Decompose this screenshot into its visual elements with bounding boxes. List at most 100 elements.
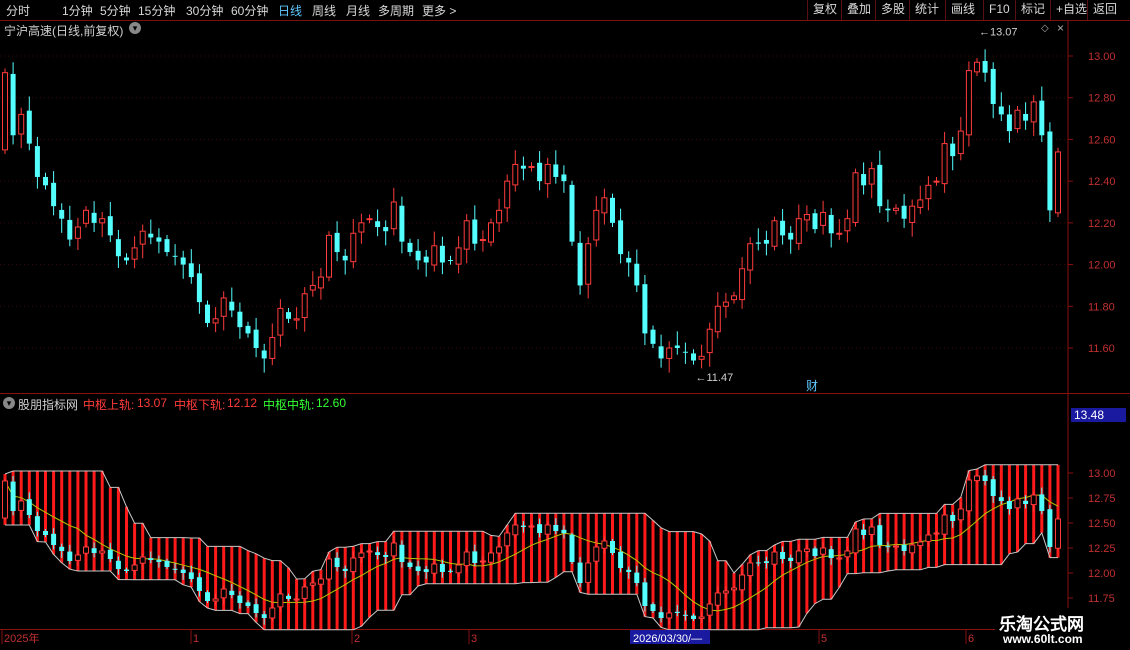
sub-candle [212, 598, 219, 602]
sub-candle [286, 595, 291, 599]
main-candle [301, 293, 308, 319]
main-candle [957, 130, 964, 155]
sub-candle [390, 542, 397, 557]
close-icon[interactable]: × [1057, 21, 1064, 35]
sub-candle [229, 590, 235, 595]
sub-candle [431, 563, 438, 574]
main-candle [658, 346, 664, 359]
sub-candle [91, 548, 97, 553]
main-y-tick-label: 12.40 [1088, 176, 1116, 188]
sub-candle [771, 551, 778, 565]
main-candle [383, 227, 389, 232]
sub-candle [585, 562, 592, 583]
main-candle [472, 219, 478, 244]
chevron-down-icon[interactable]: ▾ [129, 22, 141, 34]
main-candle [553, 164, 559, 177]
sub-candle [1014, 498, 1021, 509]
indicator-toggle-icon[interactable]: ▾ [3, 397, 15, 409]
main-candle [795, 218, 802, 244]
main-candle [415, 250, 421, 261]
main-candle [156, 237, 162, 242]
sub-candle [358, 552, 365, 558]
sub-candle [301, 586, 308, 599]
main-candle [59, 209, 65, 219]
x-axis-label: 5 [821, 633, 827, 645]
settings-diamond-icon[interactable]: ◇ [1041, 23, 1049, 34]
x-axis-label: 2 [354, 633, 360, 645]
main-candle [901, 205, 907, 219]
main-candle [34, 146, 40, 177]
main-y-tick-label: 11.80 [1088, 301, 1115, 313]
lower-rail-label: 中枢下轨: [174, 398, 226, 412]
sub-candle [293, 598, 300, 601]
sub-candle [488, 552, 494, 563]
main-candle [26, 110, 32, 144]
sub-candle [593, 546, 600, 562]
main-candle [1023, 113, 1029, 121]
main-y-tick-label: 11.60 [1088, 343, 1115, 355]
main-candle [1006, 114, 1012, 132]
sub-candle [812, 548, 818, 556]
sub-candle [253, 604, 259, 613]
main-candle [399, 205, 405, 242]
sub-candle [1039, 494, 1045, 511]
main-candle [528, 166, 535, 169]
main-candle [788, 232, 794, 240]
sub-candle [634, 572, 640, 583]
main-candle [844, 218, 851, 232]
sub-candle [601, 540, 608, 549]
sub-candle [10, 481, 16, 511]
sub-candle [957, 508, 964, 521]
date-cursor-label: 2026/03/30/— [633, 633, 702, 645]
sub-candle [43, 531, 48, 535]
main-candle [666, 347, 673, 359]
main-candle [407, 242, 413, 253]
sub-candle [350, 557, 357, 573]
main-candle [488, 222, 494, 243]
main-candle [941, 143, 948, 185]
upper-rail-value: 13.07 [137, 396, 168, 410]
main-candle [99, 218, 106, 224]
watermark-url: www.60lt.com [1003, 632, 1083, 646]
sub-y-tick-label: 12.25 [1088, 543, 1116, 555]
main-candle [172, 255, 178, 257]
main-y-tick-label: 13.00 [1088, 51, 1116, 63]
sub-candle [706, 603, 713, 616]
main-candle [852, 172, 859, 223]
sub-candle [1023, 500, 1029, 504]
sub-candle [479, 560, 486, 563]
main-candle [375, 221, 381, 228]
sub-y-tick-label: 12.00 [1088, 568, 1116, 580]
sub-candle [423, 569, 429, 572]
sub-candle [528, 525, 535, 528]
main-candle [714, 305, 721, 333]
lower-rail-value: 12.12 [227, 396, 258, 410]
sub-y-tick-label: 13.00 [1088, 468, 1116, 480]
sub-candle [269, 607, 276, 619]
sub-candle [18, 500, 25, 511]
sub-candle [520, 525, 526, 527]
main-candle [812, 213, 818, 230]
main-candle [1055, 151, 1061, 214]
sub-candle [99, 550, 106, 554]
sub-candle [885, 546, 891, 548]
kline-chart[interactable]: 13.00 12.80 12.60 12.40 12.20 12.00 11.80 11.60… [0, 0, 1130, 650]
main-candle [326, 234, 332, 278]
main-candle [74, 226, 81, 239]
main-candle [334, 232, 340, 253]
main-candle [237, 311, 243, 328]
sub-candle [537, 524, 543, 533]
sub-candle [544, 524, 551, 535]
main-candle [618, 220, 624, 255]
sub-candle [933, 532, 940, 535]
main-candle [820, 211, 827, 226]
main-candle [998, 106, 1004, 115]
main-candle [212, 318, 219, 324]
main-candle [124, 257, 129, 261]
main-y-tick-label: 12.00 [1088, 260, 1116, 272]
main-candle [828, 214, 834, 234]
main-candle [512, 163, 519, 186]
main-candle [698, 355, 705, 360]
sub-candle [139, 556, 146, 564]
sub-candle [375, 552, 381, 555]
